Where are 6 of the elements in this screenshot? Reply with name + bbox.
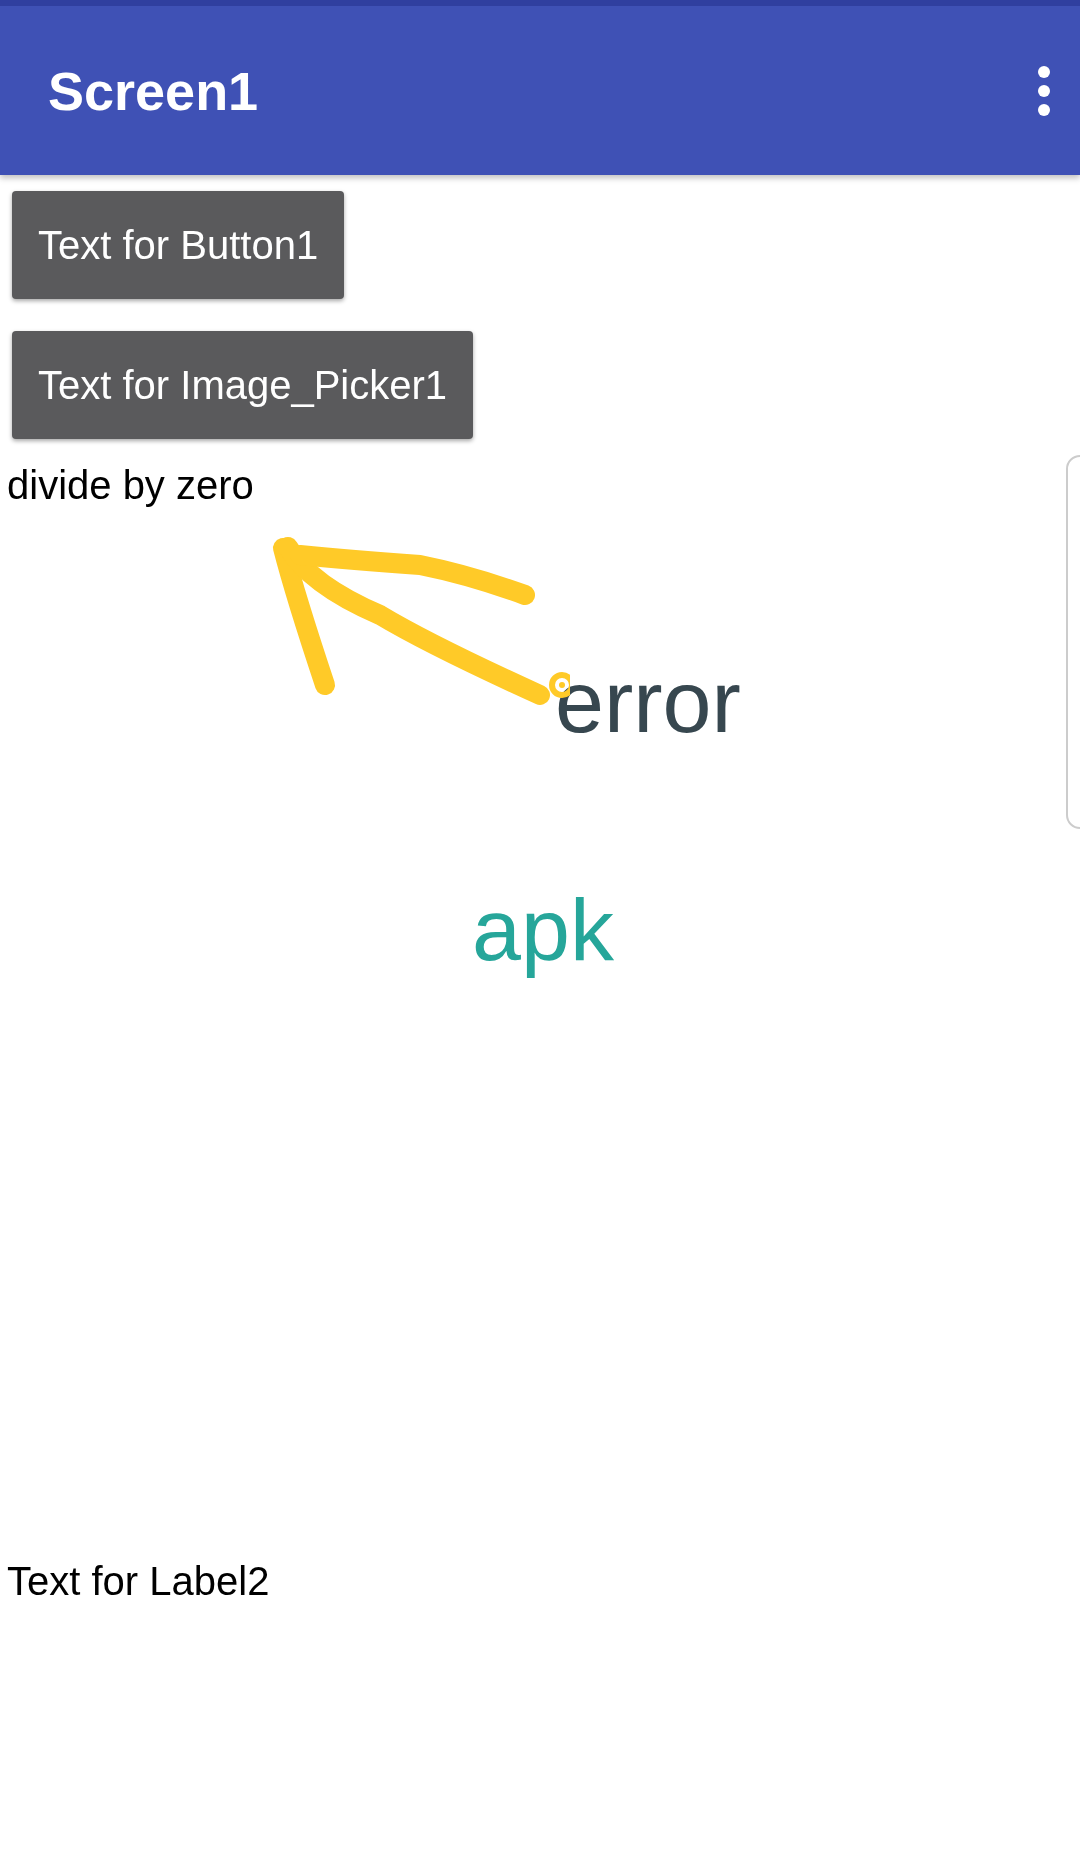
- app-button[interactable]: Text for Image_Picker1: [12, 331, 474, 439]
- label-text: divide by zero: [7, 463, 254, 508]
- label-text: Text for Label2: [7, 1559, 270, 1604]
- annotation-text: error: [555, 658, 741, 746]
- app-button[interactable]: Text for Button1: [12, 191, 345, 299]
- screen-title: Screen1: [48, 59, 259, 122]
